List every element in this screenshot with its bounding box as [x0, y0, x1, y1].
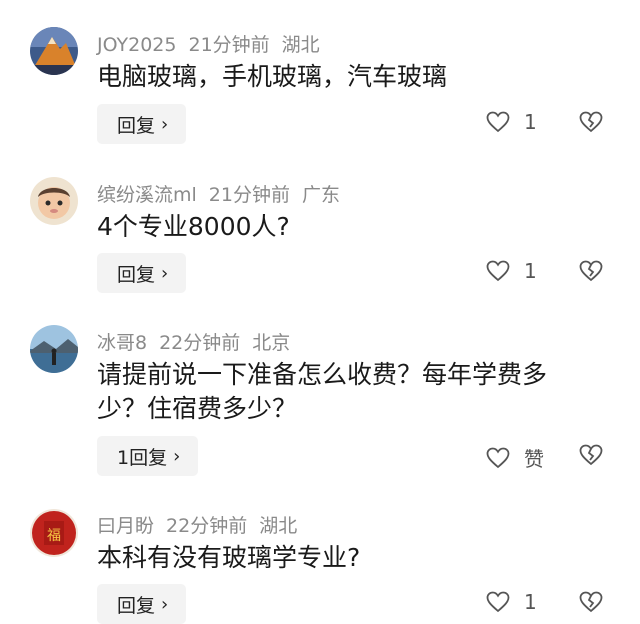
dislike-button[interactable] — [579, 591, 603, 617]
chevron-right-icon: › — [173, 445, 181, 467]
chevron-right-icon: › — [161, 113, 169, 135]
timestamp: 21分钟前 — [208, 184, 290, 206]
timestamp: 22分钟前 — [159, 332, 241, 354]
like-count: 1 — [524, 590, 537, 614]
broken-heart-icon — [579, 591, 603, 613]
username[interactable]: JOY2025 — [97, 34, 176, 56]
comment-text: 4个专业8000人? — [97, 212, 290, 241]
user-avatar[interactable] — [30, 325, 78, 373]
username[interactable]: 缤纷溪流ml — [97, 184, 197, 206]
comment-text: 请提前说一下准备怎么收费？每年学费多少？住宿费多少？ — [97, 360, 548, 423]
comment-meta: 冰哥8 22分钟前 北京 — [97, 328, 302, 355]
user-avatar[interactable] — [30, 177, 78, 225]
dislike-button[interactable] — [579, 111, 603, 137]
timestamp: 21分钟前 — [188, 34, 270, 56]
username[interactable]: 曰月盼 — [97, 515, 154, 537]
timestamp: 22分钟前 — [166, 515, 248, 537]
comment-meta: 缤纷溪流ml 21分钟前 广东 — [97, 180, 352, 207]
comment-meta: 曰月盼 22分钟前 湖北 — [97, 511, 309, 538]
like-count: 赞 — [524, 447, 544, 471]
comment-item: 冰哥8 22分钟前 北京 请提前说一下准备怎么收费？每年学费多少？住宿费多少？ 1回… — [0, 300, 640, 490]
like-button[interactable]: 赞 — [486, 443, 544, 472]
chevron-right-icon: › — [161, 262, 169, 284]
broken-heart-icon — [579, 444, 603, 466]
dislike-button[interactable] — [579, 444, 603, 470]
like-count: 1 — [524, 110, 537, 134]
comment-text: 电脑玻璃，手机玻璃，汽车玻璃 — [97, 62, 448, 91]
broken-heart-icon — [579, 260, 603, 282]
like-count: 1 — [524, 259, 537, 283]
like-button[interactable]: 1 — [486, 590, 537, 614]
heart-icon — [486, 591, 510, 613]
reply-label: 1回复 — [117, 446, 168, 469]
comment-item: 缤纷溪流ml 21分钟前 广东 4个专业8000人? 回复 › 1 — [0, 150, 640, 300]
reply-label: 回复 — [117, 114, 156, 137]
comment-text: 本科有没有玻璃学专业? — [97, 543, 361, 572]
username[interactable]: 冰哥8 — [97, 332, 147, 354]
chevron-right-icon: › — [161, 593, 169, 615]
reply-button[interactable]: 回复 › — [97, 104, 187, 144]
location: 北京 — [252, 332, 291, 354]
heart-icon — [486, 260, 510, 282]
dislike-button[interactable] — [579, 260, 603, 286]
svg-text:福: 福 — [47, 528, 61, 544]
reply-label: 回复 — [117, 594, 156, 617]
reply-button[interactable]: 1回复 › — [97, 436, 199, 476]
comment-item: 福 曰月盼 22分钟前 湖北 本科有没有玻璃学专业? 回复 › 1 — [0, 490, 640, 624]
reply-label: 回复 — [117, 263, 156, 286]
comment-meta: JOY2025 21分钟前 湖北 — [97, 30, 332, 57]
heart-icon — [486, 447, 510, 468]
user-avatar[interactable]: 福 — [30, 509, 78, 557]
broken-heart-icon — [579, 111, 603, 133]
location: 湖北 — [281, 34, 320, 56]
comment-item: JOY2025 21分钟前 湖北 电脑玻璃，手机玻璃，汽车玻璃 回复 › 1 — [0, 0, 640, 150]
user-avatar[interactable] — [30, 27, 78, 75]
like-button[interactable]: 1 — [486, 259, 537, 283]
location: 湖北 — [259, 515, 298, 537]
reply-button[interactable]: 回复 › — [97, 253, 187, 293]
like-button[interactable]: 1 — [486, 110, 537, 134]
location: 广东 — [301, 184, 340, 206]
reply-button[interactable]: 回复 › — [97, 584, 187, 624]
heart-icon — [486, 111, 510, 133]
